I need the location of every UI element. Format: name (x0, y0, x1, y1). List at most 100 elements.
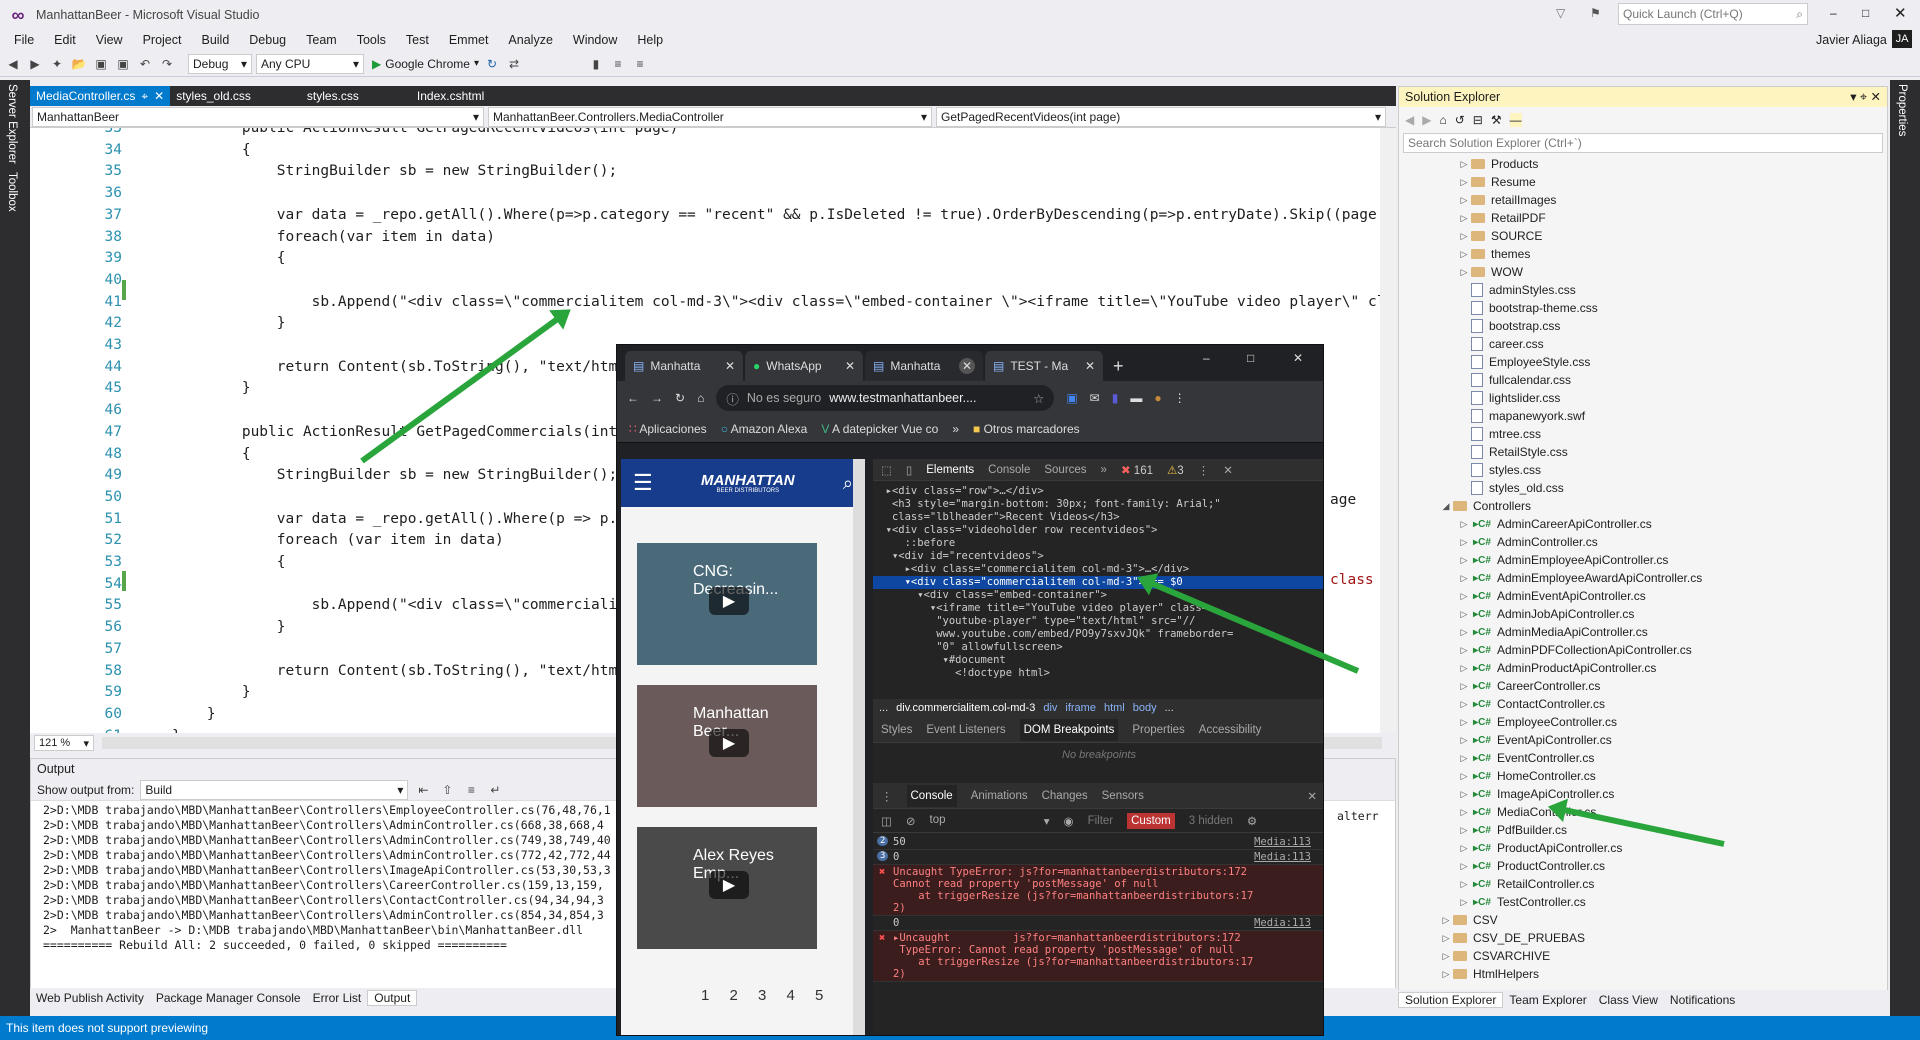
minimize-button[interactable]: – (1830, 6, 1837, 20)
tree-item[interactable]: adminStyles.css (1457, 281, 1576, 299)
clear-console-icon[interactable]: ⊘ (906, 814, 916, 828)
more-bookmarks-icon[interactable]: » (952, 422, 959, 436)
tree-item[interactable]: ▷ CSVARCHIVE (1439, 947, 1551, 965)
menu-debug[interactable]: Debug (239, 33, 296, 47)
tree-item[interactable]: ▷ ▸C# EventApiController.cs (1457, 731, 1612, 749)
class-dropdown[interactable]: ManhattanBeer.Controllers.MediaControlle… (488, 106, 932, 127)
expand-arrow-icon[interactable]: ▷ (1457, 591, 1471, 602)
tree-item[interactable]: ▷ SOURCE (1457, 227, 1543, 245)
home-icon[interactable]: ⌂ (697, 391, 704, 405)
tree-item[interactable]: ▷ retailImages (1457, 191, 1557, 209)
menu-view[interactable]: View (86, 33, 133, 47)
tree-item[interactable]: ▷ CSV_DE_PRUEBAS (1439, 929, 1586, 947)
undo-icon[interactable]: ↶ (136, 55, 154, 73)
tab-notifications[interactable]: Notifications (1664, 993, 1741, 1007)
crumb[interactable]: ... (879, 702, 888, 714)
dom-tree[interactable]: ▸<div class="row">…</div> <h3 style="mar… (873, 481, 1323, 699)
solution-platform-select[interactable]: Any CPU ▾ (256, 53, 364, 74)
tree-item[interactable]: ▷ Products (1457, 155, 1539, 173)
translate-extension-icon[interactable]: ▣ (1066, 391, 1077, 405)
filter-icon[interactable]: ▽ (1556, 6, 1565, 20)
expand-arrow-icon[interactable]: ▷ (1457, 789, 1471, 800)
tab-output[interactable]: Output (367, 990, 418, 1006)
dom-node[interactable]: ▾#document (873, 654, 1323, 667)
profile-avatar-icon[interactable]: ● (1154, 391, 1161, 405)
save-all-icon[interactable]: ▣ (114, 55, 132, 73)
search-icon[interactable]: ⌕ (843, 473, 853, 494)
expand-arrow-icon[interactable]: ▷ (1457, 627, 1471, 638)
tab-solution-explorer[interactable]: Solution Explorer (1398, 992, 1504, 1008)
tree-item[interactable]: ▷ ▸C# AdminCareerApiController.cs (1457, 515, 1652, 533)
tree-item[interactable]: lightslider.css (1457, 389, 1560, 407)
server-explorer-tab[interactable]: Server Explorer (6, 84, 18, 164)
collapse-all-icon[interactable]: ⊟ (1473, 113, 1483, 127)
console-messages[interactable]: 2 50 Media:113 3 0 Media:113 ✖ Uncaught TypeErr… (873, 833, 1323, 982)
user-name[interactable]: Javier Aliaga (1806, 33, 1897, 47)
menu-help[interactable]: Help (627, 33, 673, 47)
close-icon[interactable]: ✕ (845, 359, 855, 373)
expand-arrow-icon[interactable]: ▷ (1457, 879, 1471, 890)
close-icon[interactable]: ✕ (1871, 89, 1881, 104)
tree-item[interactable]: fullcalendar.css (1457, 371, 1571, 389)
home-icon[interactable]: ⌂ (1439, 113, 1446, 127)
tree-item[interactable]: EmployeeStyle.css (1457, 353, 1590, 371)
tab-sensors[interactable]: Sensors (1102, 790, 1144, 802)
pagination[interactable]: 1 2 3 4 5 (701, 987, 831, 1004)
dom-node[interactable]: ::before (873, 537, 1323, 550)
chevron-down-icon[interactable]: ▾ (474, 58, 479, 69)
toolbox-tab[interactable]: Toolbox (6, 172, 18, 212)
extension-icon[interactable]: ✉ (1090, 391, 1100, 405)
devtools-menu-icon[interactable]: ⋮ (1198, 463, 1210, 477)
expand-arrow-icon[interactable]: ▷ (1457, 663, 1471, 674)
expand-arrow-icon[interactable]: ▷ (1457, 267, 1471, 278)
console-error[interactable]: ✖ Uncaught TypeError: js?for=manhattanbee… (873, 865, 1323, 916)
tab-web-publish[interactable]: Web Publish Activity (30, 991, 150, 1005)
tree-item[interactable]: ▷ ▸C# HomeController.cs (1457, 767, 1596, 785)
dom-node[interactable]: ▾<div class="videoholder row recentvideo… (873, 524, 1323, 537)
forward-icon[interactable]: → (651, 391, 663, 405)
dom-node[interactable]: ▾<iframe title="YouTube video player" cl… (873, 602, 1323, 615)
solution-search-input[interactable]: Search Solution Explorer (Ctrl+`) (1403, 133, 1883, 153)
expand-arrow-icon[interactable]: ▷ (1457, 213, 1471, 224)
tree-item[interactable]: RetailStyle.css (1457, 443, 1568, 461)
menu-file[interactable]: File (4, 33, 44, 47)
drawer-menu-icon[interactable]: ⋮ (881, 789, 893, 803)
tab-mediacontroller[interactable]: MediaController.cs ⌖ ✕ (30, 86, 171, 106)
expand-arrow-icon[interactable]: ▷ (1457, 771, 1471, 782)
preview-icon[interactable]: — (1509, 113, 1522, 127)
tree-item[interactable]: ▷ ▸C# RetailController.cs (1457, 875, 1595, 893)
site-logo[interactable]: MANHATTAN BEER DISTRIBUTORS (701, 473, 795, 494)
menu-window[interactable]: Window (563, 33, 627, 47)
tab-console[interactable]: Console (988, 464, 1030, 476)
tree-item[interactable]: ▷ ▸C# AdminPDFCollectionApiController.cs (1457, 641, 1692, 659)
address-bar[interactable]: ⓘ No es seguro www.testmanhattanbeer....… (716, 385, 1055, 411)
error-count[interactable]: ✖ 161 (1121, 463, 1153, 477)
expand-arrow-icon[interactable]: ▷ (1439, 951, 1453, 962)
tab-elements[interactable]: Elements (926, 464, 974, 476)
dom-node[interactable]: ▸<div class="row">…</div> (873, 485, 1323, 498)
expand-arrow-icon[interactable]: ▷ (1457, 519, 1471, 530)
crumb[interactable]: html (1104, 702, 1125, 714)
menu-edit[interactable]: Edit (44, 33, 86, 47)
console-log[interactable]: 0 Media:113 (873, 916, 1323, 931)
expand-arrow-icon[interactable]: ▷ (1457, 249, 1471, 260)
close-button[interactable]: ✕ (1293, 351, 1303, 365)
tab-class-view[interactable]: Class View (1593, 993, 1664, 1007)
dom-node[interactable]: "0" allowfullscreen> (873, 641, 1323, 654)
play-icon[interactable]: ▶ (709, 587, 749, 615)
crumb[interactable]: iframe (1065, 702, 1096, 714)
menu-analyze[interactable]: Analyze (498, 33, 562, 47)
tree-item[interactable]: mtree.css (1457, 425, 1541, 443)
save-icon[interactable]: ▣ (92, 55, 110, 73)
chrome-tab-manhattan-1[interactable]: ▤ Manhatta ✕ (625, 351, 743, 381)
hamburger-menu-icon[interactable]: ☰ (633, 470, 653, 496)
expand-arrow-icon[interactable]: ▷ (1457, 537, 1471, 548)
tab-changes[interactable]: Changes (1042, 790, 1088, 802)
comment-icon[interactable]: ≡ (609, 55, 627, 73)
close-icon[interactable]: ✕ (154, 89, 164, 103)
new-project-icon[interactable]: ✦ (48, 55, 66, 73)
tree-item[interactable]: bootstrap.css (1457, 317, 1560, 335)
expand-arrow-icon[interactable]: ▷ (1439, 915, 1453, 926)
star-icon[interactable]: ☆ (1033, 391, 1044, 406)
forward-icon[interactable]: ▶ (26, 55, 44, 73)
